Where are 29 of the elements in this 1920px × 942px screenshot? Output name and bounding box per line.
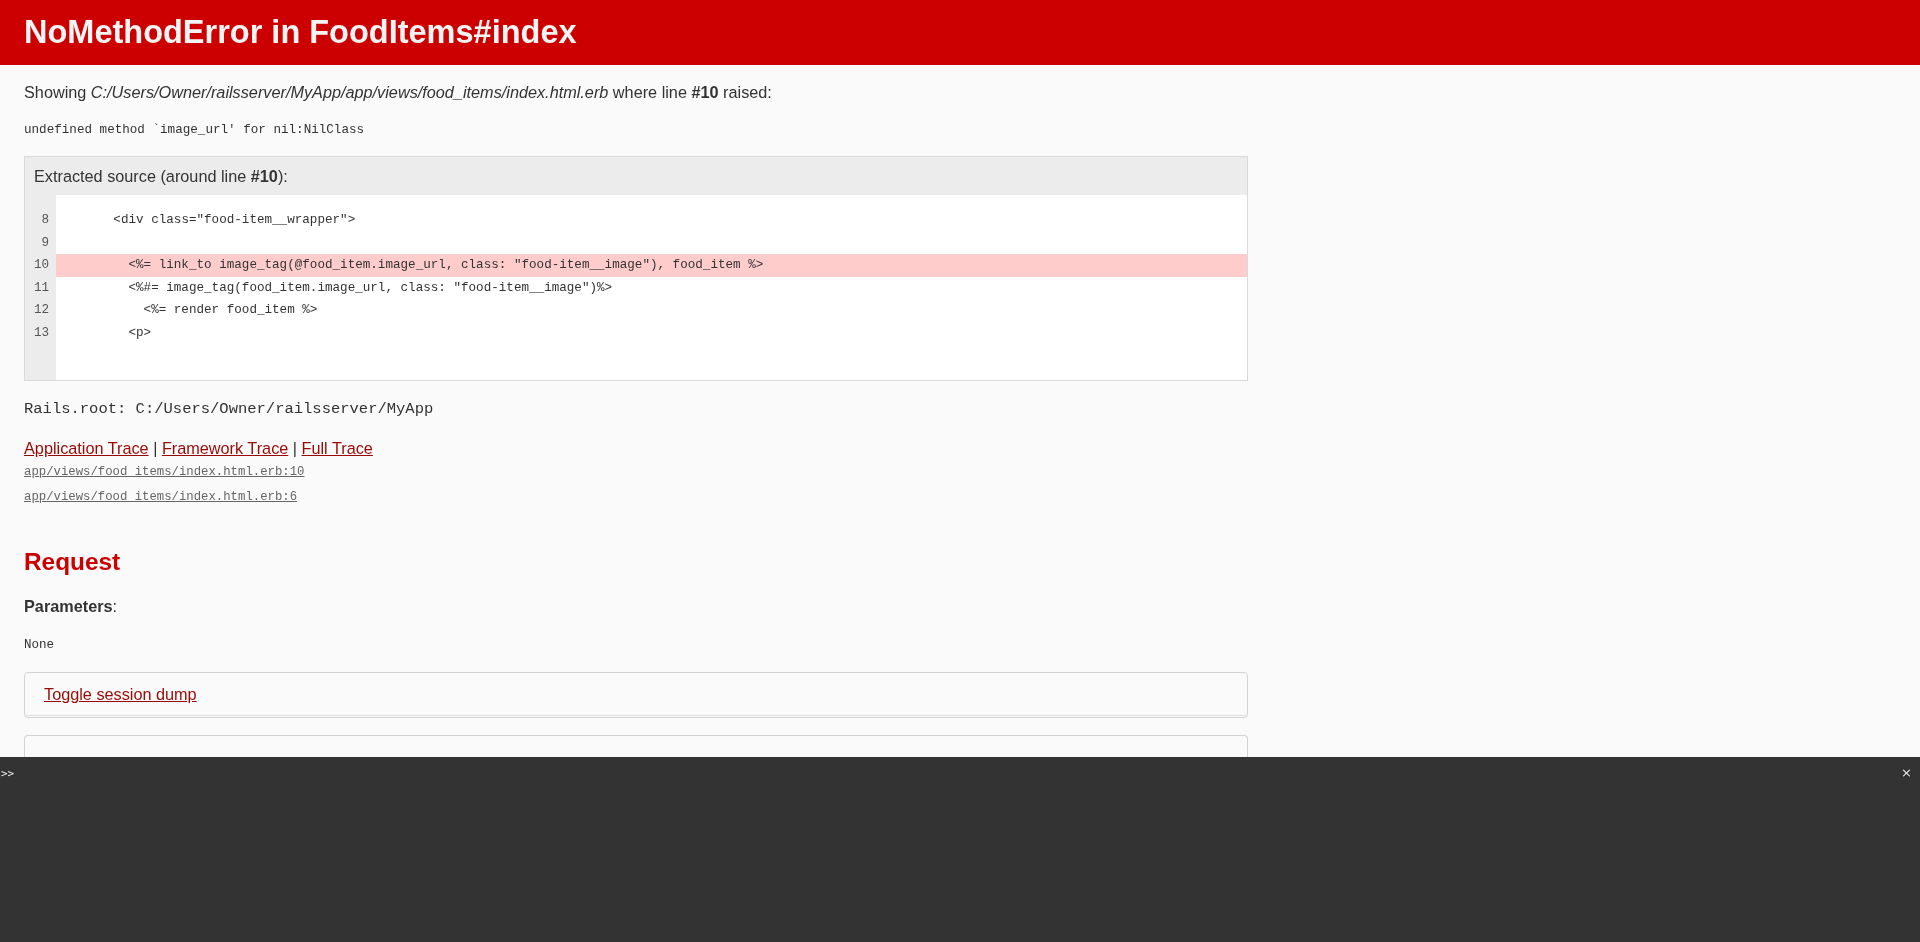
link-separator: |	[292, 438, 298, 460]
trace-link[interactable]: Application Trace	[24, 437, 149, 460]
line-number: 13	[33, 325, 49, 340]
code-line: <p>	[128, 325, 152, 340]
link-separator: |	[153, 438, 158, 460]
code-line: <div class="food-item__wrapper">	[113, 213, 356, 228]
error-location-text: Showing C:/Users/Owner/railsserver/MyApp/app/views/food_items/index.html.erb where line #10 raised:	[24, 81, 772, 103]
rails-root-text: Rails.root: C:/Users/Owner/railsserver/MyApp	[24, 400, 434, 419]
trace-link[interactable]: Framework Trace	[161, 437, 289, 460]
line-number: 12	[33, 303, 49, 318]
trace-link[interactable]: Full Trace	[301, 437, 373, 460]
parameters-label: Parameters:	[24, 597, 118, 616]
code-line: <%#= image_tag(food_item.image_url, class: "food-item__image")%>	[128, 280, 613, 295]
error-title: NoMethodError in FoodItems#index	[24, 14, 577, 51]
close-button[interactable]: ×	[1901, 765, 1912, 781]
line-number: 10	[33, 258, 49, 273]
code-line: <%= render food_item %>	[143, 303, 318, 318]
error-message: undefined method `image_url' for nil:NilClass	[24, 122, 365, 137]
section-heading: Request	[24, 546, 121, 576]
trace-line-link[interactable]: app/views/food_items/index.html.erb:6	[24, 489, 298, 504]
parameters-value: None	[24, 638, 54, 653]
code-line: <%= link_to image_tag(@food_item.image_url, class: "food-item__image"), food_item %>	[128, 258, 764, 273]
console-prompt: >>	[1, 766, 15, 782]
toggle-link[interactable]: Toggle session dump	[44, 685, 197, 704]
line-number: 9	[41, 235, 49, 250]
line-number: 11	[33, 280, 49, 295]
source-title: Extracted source (around line #10):	[25, 156, 1247, 196]
line-number: 8	[41, 213, 49, 228]
trace-line-link[interactable]: app/views/food_items/index.html.erb:10	[24, 464, 305, 479]
